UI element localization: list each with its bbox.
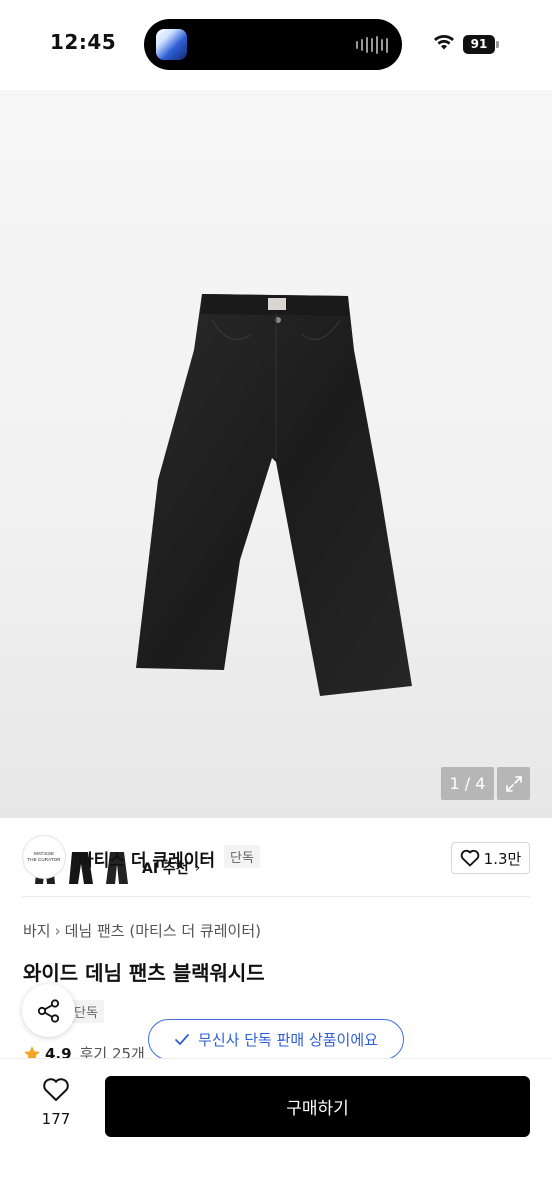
divider: [22, 896, 530, 897]
expand-button[interactable]: [497, 767, 530, 800]
status-time: 12:45: [50, 30, 117, 54]
exclusive-toast: 무신사 단독 판매 상품이에요: [148, 1019, 404, 1060]
share-icon: [37, 998, 59, 1023]
brand-logo[interactable]: MATISSE THE CURATOR: [22, 835, 66, 879]
dynamic-island[interactable]: [144, 19, 402, 70]
heart-icon: [460, 849, 479, 867]
buy-button[interactable]: 구매하기: [105, 1076, 530, 1137]
brand-like-button[interactable]: 1.3만: [451, 842, 530, 874]
product-image-gallery[interactable]: AI 추천 › 1 / 4: [0, 90, 552, 891]
brand-logo-line-2: THE CURATOR: [27, 857, 61, 862]
battery-indicator: 91: [463, 35, 495, 54]
breadcrumb: 바지 › 데님 팬츠 (마티스 더 큐레이터): [23, 920, 261, 941]
share-button[interactable]: [22, 984, 75, 1037]
wifi-icon: [434, 35, 454, 50]
brand-name[interactable]: 마티스 더 큐레이터: [78, 846, 215, 871]
wishlist-count: 177: [41, 1110, 71, 1128]
product-title: 와이드 데님 팬츠 블랙워시드: [23, 961, 265, 985]
toast-text: 무신사 단독 판매 상품이에요: [198, 1031, 378, 1049]
wishlist-button[interactable]: 177: [30, 1077, 82, 1128]
image-pager: 1 / 4: [441, 767, 494, 800]
status-bar: 12:45 91: [0, 0, 552, 90]
brand-exclusive-badge: 단독: [224, 845, 260, 868]
check-icon: [175, 1033, 189, 1045]
expand-icon: [505, 775, 522, 792]
chevron-right-icon: ›: [54, 921, 61, 940]
breadcrumb-item[interactable]: 데님 팬츠 (마티스 더 큐레이터): [65, 920, 261, 941]
brand-like-count: 1.3만: [483, 849, 522, 868]
audio-waveform-icon: [356, 35, 388, 55]
music-app-icon: [156, 29, 187, 60]
breadcrumb-item[interactable]: 바지: [23, 920, 51, 941]
battery-tip: [496, 41, 499, 48]
heart-icon: [43, 1078, 69, 1101]
product-photo: [136, 294, 412, 696]
